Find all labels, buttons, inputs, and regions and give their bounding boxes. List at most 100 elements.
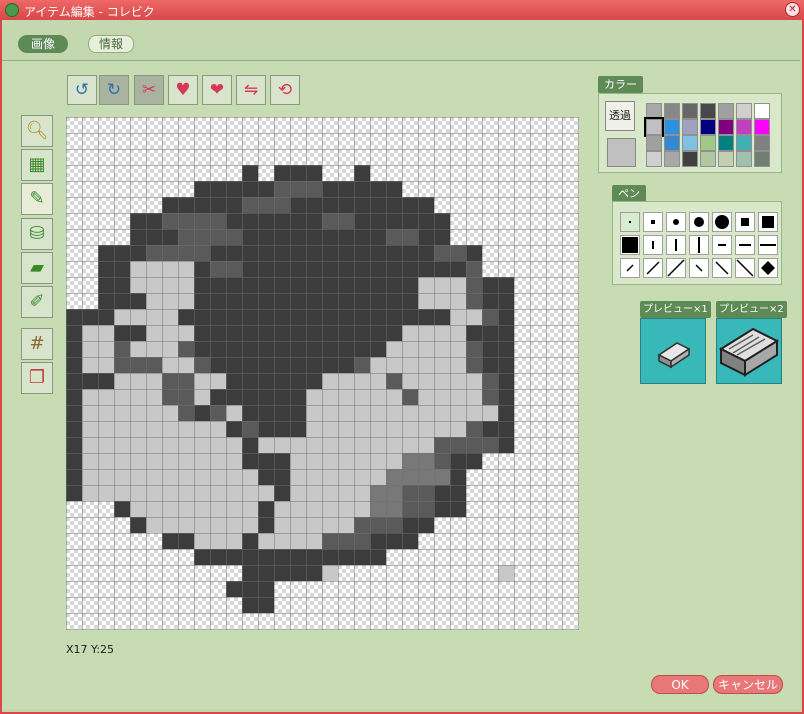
transparent-color-button[interactable]: 透過 xyxy=(605,101,635,131)
preview-x1 xyxy=(640,318,706,384)
pen-dot-3[interactable] xyxy=(666,212,686,232)
tab-info[interactable]: 情報 xyxy=(88,35,134,53)
pen-diag-3[interactable] xyxy=(666,258,686,278)
flip-icon: ⇋ xyxy=(243,80,259,100)
palette-swatch[interactable] xyxy=(700,151,716,167)
palette-swatch[interactable] xyxy=(736,151,752,167)
undo-icon: ↺ xyxy=(74,80,90,100)
preview-x1-label: プレビュー×1 xyxy=(640,301,711,318)
palette-swatch[interactable] xyxy=(754,103,770,119)
palette-swatch[interactable] xyxy=(700,119,716,135)
eraser-tool[interactable]: ▰ xyxy=(21,252,53,284)
palette-swatch[interactable] xyxy=(718,119,734,135)
eyedropper-tool[interactable]: ✐ xyxy=(21,286,53,318)
palette-swatch[interactable] xyxy=(646,151,662,167)
rotate-button[interactable]: ⟲ xyxy=(270,75,300,105)
rotate-icon: ⟲ xyxy=(277,80,293,100)
select-tool[interactable]: ▦ xyxy=(21,149,53,181)
pen-vline-3[interactable] xyxy=(689,235,709,255)
cursor-coordinates: X17 Y:25 xyxy=(66,643,114,656)
redo-button[interactable]: ↻ xyxy=(99,75,129,105)
palette-swatch[interactable] xyxy=(646,135,662,151)
copy-button[interactable]: ❤ xyxy=(202,75,232,105)
zoom-icon: 🔍︎ xyxy=(25,120,49,141)
redo-icon: ↻ xyxy=(106,80,122,100)
preview-x2 xyxy=(716,318,782,384)
flip-button[interactable]: ⇋ xyxy=(236,75,266,105)
palette-swatch[interactable] xyxy=(736,103,752,119)
fill-bucket-icon: ⛁ xyxy=(29,223,45,244)
palette-swatch[interactable] xyxy=(664,119,680,135)
tab-bar: 画像 情報 xyxy=(2,24,800,60)
pen-hline-3[interactable] xyxy=(758,235,778,255)
cut-button[interactable]: ✂ xyxy=(134,75,164,105)
grid-toggle[interactable]: # xyxy=(21,328,53,360)
pen-panel xyxy=(612,201,782,285)
eyedropper-icon: ✐ xyxy=(29,291,45,312)
cancel-button[interactable]: キャンセル xyxy=(713,675,783,694)
select-icon: ▦ xyxy=(28,154,46,175)
color-panel: 透過 xyxy=(598,93,782,173)
pen-diag-1[interactable] xyxy=(620,258,640,278)
palette-swatch[interactable] xyxy=(682,119,698,135)
palette-swatch[interactable] xyxy=(682,103,698,119)
palette-swatch[interactable] xyxy=(754,135,770,151)
preview-x1-image xyxy=(657,342,691,369)
pen-hline-2[interactable] xyxy=(735,235,755,255)
window-title: アイテム編集 - コレビク xyxy=(24,5,155,19)
palette-swatch[interactable] xyxy=(718,135,734,151)
layers-icon: ❐ xyxy=(28,367,46,388)
palette-swatch[interactable] xyxy=(664,151,680,167)
pen-rdiag-1[interactable] xyxy=(689,258,709,278)
color-section-title: カラー xyxy=(598,76,643,93)
clear-button[interactable]: ♥ xyxy=(168,75,198,105)
pen-diag-2[interactable] xyxy=(643,258,663,278)
palette-swatch[interactable] xyxy=(700,135,716,151)
pen-section-title: ペン xyxy=(612,185,646,202)
palette-swatch[interactable] xyxy=(644,117,664,137)
palette-swatch[interactable] xyxy=(718,151,734,167)
pen-square-3[interactable] xyxy=(620,235,640,255)
palette-swatch[interactable] xyxy=(718,103,734,119)
pixel-canvas[interactable] xyxy=(66,117,579,630)
grid-icon: # xyxy=(29,333,45,354)
color-palette xyxy=(644,103,776,167)
palette-swatch[interactable] xyxy=(682,151,698,167)
clear-icon: ♥ xyxy=(175,80,191,100)
fill-tool[interactable]: ⛁ xyxy=(21,218,53,250)
pen-square-1[interactable] xyxy=(735,212,755,232)
palette-swatch[interactable] xyxy=(646,103,662,119)
pencil-tool[interactable]: ✎ xyxy=(21,183,53,215)
tab-image[interactable]: 画像 xyxy=(18,35,68,53)
layers-button[interactable]: ❐ xyxy=(21,362,53,394)
copy-icon: ❤ xyxy=(209,80,225,100)
ok-button[interactable]: OK xyxy=(651,675,709,694)
palette-swatch[interactable] xyxy=(682,135,698,151)
pen-hline-1[interactable] xyxy=(712,235,732,255)
pen-vline-1[interactable] xyxy=(643,235,663,255)
pencil-icon: ✎ xyxy=(29,188,45,209)
current-color-swatch xyxy=(607,138,636,167)
cut-icon: ✂ xyxy=(141,80,157,100)
pen-diamond[interactable] xyxy=(758,258,778,278)
preview-x2-label: プレビュー×2 xyxy=(716,301,787,318)
pen-vline-2[interactable] xyxy=(666,235,686,255)
pen-dot-2[interactable] xyxy=(643,212,663,232)
palette-swatch[interactable] xyxy=(664,135,680,151)
pen-rdiag-3[interactable] xyxy=(735,258,755,278)
palette-swatch[interactable] xyxy=(754,151,770,167)
pen-dot-5[interactable] xyxy=(712,212,732,232)
palette-swatch[interactable] xyxy=(700,103,716,119)
zoom-tool[interactable]: 🔍︎ xyxy=(21,115,53,147)
pen-rdiag-2[interactable] xyxy=(712,258,732,278)
palette-swatch[interactable] xyxy=(754,119,770,135)
title-bar: アイテム編集 - コレビク ✕ xyxy=(0,0,804,20)
pen-dot-1[interactable] xyxy=(620,212,640,232)
palette-swatch[interactable] xyxy=(736,135,752,151)
pen-dot-4[interactable] xyxy=(689,212,709,232)
palette-swatch[interactable] xyxy=(664,103,680,119)
undo-button[interactable]: ↺ xyxy=(67,75,97,105)
close-button[interactable]: ✕ xyxy=(785,2,800,17)
palette-swatch[interactable] xyxy=(736,119,752,135)
pen-square-2[interactable] xyxy=(758,212,778,232)
